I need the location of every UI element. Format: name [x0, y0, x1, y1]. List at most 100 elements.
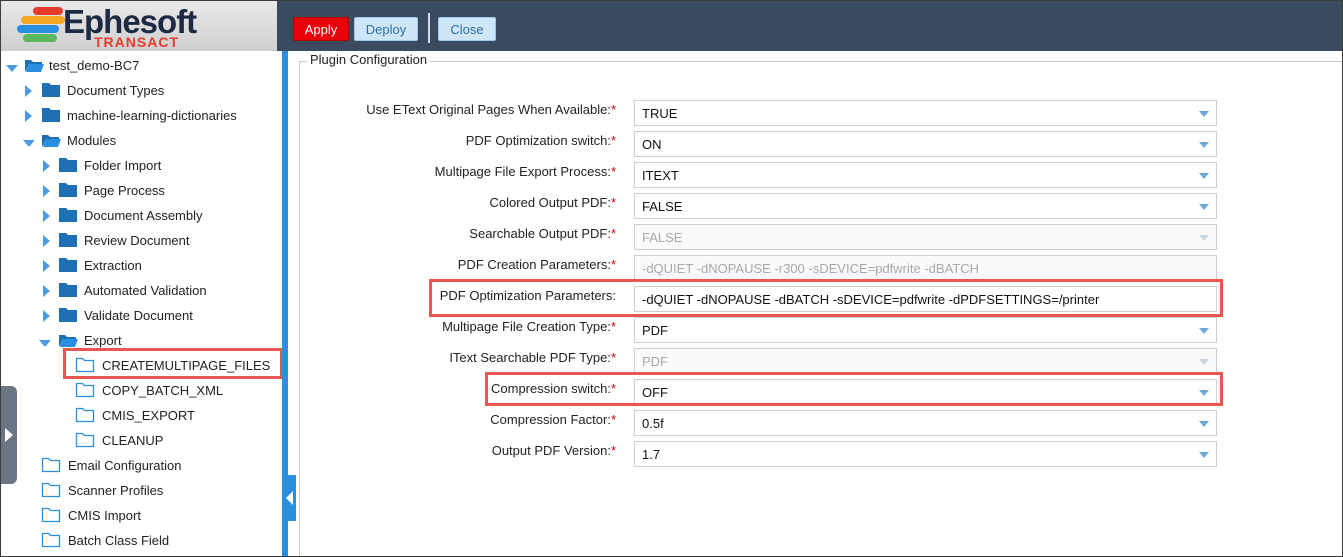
pdf-optimization-parameters-highlight — [429, 279, 1223, 317]
brand-subtitle: TRANSACT — [94, 34, 179, 50]
tree-node-extraction[interactable]: Extraction — [1, 256, 281, 276]
folder-open-icon — [25, 60, 44, 72]
tree-node-label: Batch Class Field — [68, 533, 170, 548]
searchable-output-pdf-select: FALSE — [634, 224, 1217, 250]
row-label: Colored Output PDF:* — [489, 195, 616, 210]
expand-down-icon[interactable] — [6, 65, 18, 72]
collapse-tree-tab[interactable] — [282, 475, 296, 521]
tree-node-batch-class-field[interactable]: Batch Class Field — [1, 531, 281, 551]
tree-node-label: test_demo-BC7 — [49, 58, 140, 73]
dropdown-caret-icon — [1199, 452, 1209, 458]
output-pdf-version-select[interactable]: 1.7 — [634, 441, 1217, 467]
tree-node-label: Modules — [67, 133, 117, 148]
compression-switch-highlight — [485, 372, 1223, 406]
tree-node-cleanup[interactable]: CLEANUP — [1, 431, 281, 451]
tree-node-email-configuration[interactable]: Email Configuration — [1, 456, 281, 476]
expand-right-icon[interactable] — [43, 210, 50, 222]
tree-node-cmis-import[interactable]: CMIS Import — [1, 506, 281, 526]
folder-open-icon — [42, 135, 61, 147]
row-label: Searchable Output PDF:* — [469, 226, 616, 241]
tree-node-label: Validate Document — [84, 308, 193, 323]
tree-node-modules[interactable]: Modules — [1, 131, 281, 151]
row-label: PDF Creation Parameters:* — [457, 257, 616, 272]
compression-factor-select[interactable]: 0.5f — [634, 410, 1217, 436]
top-header: Ephesoft TRANSACT Apply Deploy Close — [1, 1, 1342, 51]
expand-right-icon[interactable] — [43, 235, 50, 247]
dropdown-caret-icon — [1199, 421, 1209, 427]
dropdown-caret-icon — [1199, 142, 1209, 148]
multipage-file-creation-type-select[interactable]: PDF — [634, 317, 1217, 343]
tree-node-label: Scanner Profiles — [68, 483, 164, 498]
folder-icon — [59, 308, 77, 322]
folder-outline-icon — [75, 407, 95, 423]
tree-node-label: Document Assembly — [84, 208, 203, 223]
dropdown-caret-icon — [1199, 359, 1209, 365]
folder-outline-icon — [41, 507, 61, 523]
row-label: Use EText Original Pages When Available:… — [366, 102, 616, 117]
folder-outline-icon — [41, 532, 61, 548]
use-etext-original-pages-select[interactable]: TRUE — [634, 100, 1217, 126]
logo-mark-icon — [15, 7, 65, 45]
tree-node-label: CMIS_EXPORT — [102, 408, 195, 423]
dropdown-caret-icon — [1199, 204, 1209, 210]
pdf-creation-parameters-field: -dQUIET -dNOPAUSE -r300 -sDEVICE=pdfwrit… — [634, 255, 1217, 281]
row-label: Multipage File Export Process:* — [434, 164, 616, 179]
tree-node-document-assembly[interactable]: Document Assembly — [1, 206, 281, 226]
tree-node-label: Email Configuration — [68, 458, 182, 473]
tree-node-label: machine-learning-dictionaries — [67, 108, 237, 123]
colored-output-pdf-select[interactable]: FALSE — [634, 193, 1217, 219]
folder-icon — [42, 83, 60, 97]
deploy-button[interactable]: Deploy — [354, 17, 418, 41]
expand-right-icon[interactable] — [25, 85, 32, 97]
close-button[interactable]: Close — [438, 17, 496, 41]
tree-node-cmis-export[interactable]: CMIS_EXPORT — [1, 406, 281, 426]
tree-node-label: Extraction — [84, 258, 142, 273]
folder-icon — [59, 208, 77, 222]
selected-node-highlight — [63, 348, 283, 379]
tree-node-validate-document[interactable]: Validate Document — [1, 306, 281, 326]
folder-icon — [59, 158, 77, 172]
expand-down-icon[interactable] — [39, 340, 51, 347]
tree-node-label: Folder Import — [84, 158, 162, 173]
tree-node-ml-dictionaries[interactable]: machine-learning-dictionaries — [1, 106, 281, 126]
pdf-optimization-switch-select[interactable]: ON — [634, 131, 1217, 157]
expand-right-icon[interactable] — [43, 160, 50, 172]
dropdown-caret-icon — [1199, 111, 1209, 117]
tree-node-root[interactable]: test_demo-BC7 — [1, 56, 281, 76]
folder-outline-icon — [75, 432, 95, 448]
apply-button[interactable]: Apply — [293, 17, 349, 41]
expand-right-icon[interactable] — [25, 110, 32, 122]
tree-node-label: Automated Validation — [84, 283, 207, 298]
tree-node-automated-validation[interactable]: Automated Validation — [1, 281, 281, 301]
expand-right-icon[interactable] — [43, 310, 50, 322]
folder-open-icon — [59, 335, 78, 347]
expand-right-icon[interactable] — [43, 185, 50, 197]
tree-node-folder-import[interactable]: Folder Import — [1, 156, 281, 176]
tree-node-document-types[interactable]: Document Types — [1, 81, 281, 101]
tree-node-label: Export — [84, 333, 122, 348]
tree-node-label: Page Process — [84, 183, 165, 198]
tree-node-scanner-profiles[interactable]: Scanner Profiles — [1, 481, 281, 501]
chevron-right-icon — [5, 428, 13, 442]
folder-outline-icon — [75, 382, 95, 398]
app-window: Ephesoft TRANSACT Apply Deploy Close tes… — [0, 0, 1343, 557]
folder-icon — [42, 108, 60, 122]
tree-node-page-process[interactable]: Page Process — [1, 181, 281, 201]
itext-searchable-pdf-type-select: PDF — [634, 348, 1217, 374]
row-label: IText Searchable PDF Type:* — [449, 350, 616, 365]
expand-panel-tab[interactable] — [1, 386, 17, 484]
tree-node-label: CLEANUP — [102, 433, 164, 448]
folder-icon — [59, 258, 77, 272]
dropdown-caret-icon — [1199, 173, 1209, 179]
multipage-file-export-process-select[interactable]: ITEXT — [634, 162, 1217, 188]
dropdown-caret-icon — [1199, 235, 1209, 241]
tree-node-review-document[interactable]: Review Document — [1, 231, 281, 251]
expand-right-icon[interactable] — [43, 285, 50, 297]
expand-right-icon[interactable] — [43, 260, 50, 272]
folder-outline-icon — [41, 482, 61, 498]
tree-node-copy-batch-xml[interactable]: COPY_BATCH_XML — [1, 381, 281, 401]
folder-outline-icon — [41, 457, 61, 473]
batch-class-tree: test_demo-BC7 Document Types machine-lea… — [1, 51, 282, 556]
expand-down-icon[interactable] — [23, 140, 35, 147]
tree-node-label: Document Types — [67, 83, 165, 98]
